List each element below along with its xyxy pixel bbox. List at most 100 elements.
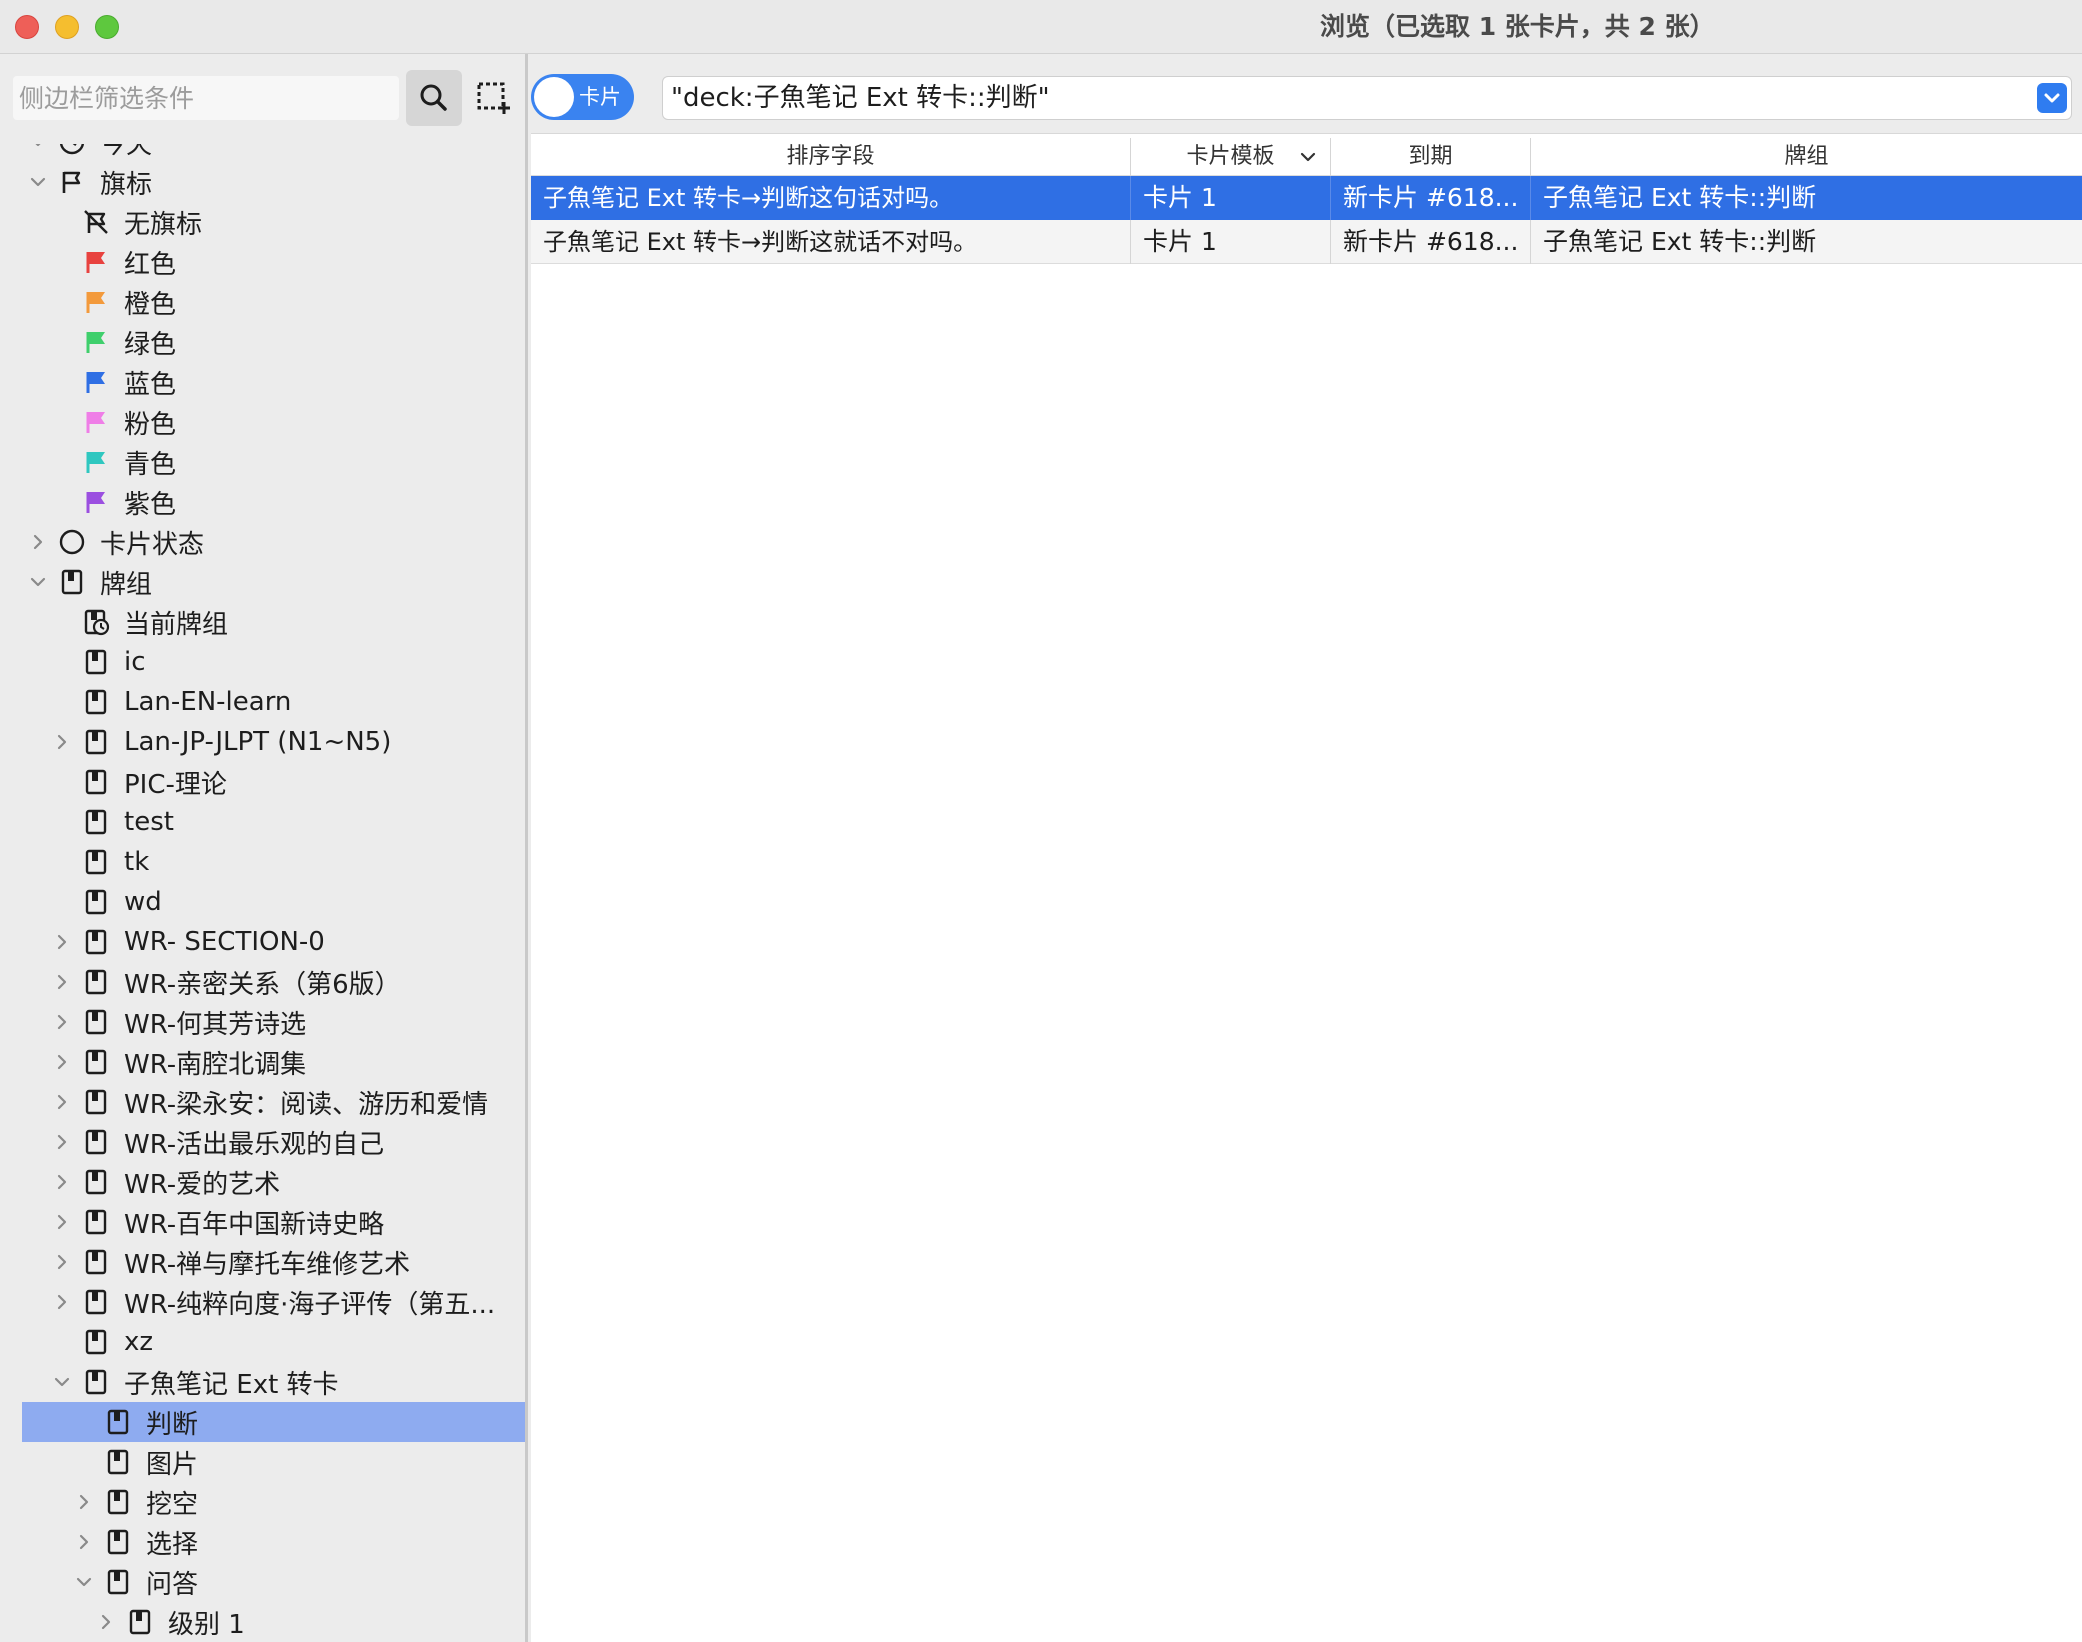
sidebar-item[interactable]: 挖空 xyxy=(0,1482,525,1522)
sidebar-item[interactable]: WR-何其芳诗选 xyxy=(0,1002,525,1042)
chevron-down-icon[interactable] xyxy=(28,172,48,192)
sidebar-item-label: 橙色 xyxy=(124,289,177,320)
chevron-right-icon[interactable] xyxy=(52,732,72,752)
sidebar-item[interactable]: wd xyxy=(0,882,525,922)
sidebar-item[interactable]: WR-百年中国新诗史略 xyxy=(0,1202,525,1242)
sidebar-item[interactable]: 无旗标 xyxy=(0,202,525,242)
sidebar-tree: 今天旗标无旗标 红色橙色 绿色 蓝色 粉色 青色 紫色 卡片状态 牌组 当前牌组 ic Lan-EN-… xyxy=(0,144,525,1642)
query-history-dropdown[interactable] xyxy=(2037,83,2067,113)
sidebar-item[interactable]: 青色 xyxy=(0,442,525,482)
sidebar-item[interactable]: 子魚笔记 Ext 转卡 xyxy=(0,1362,525,1402)
sidebar-item[interactable]: WR-纯粹向度·海子评传（第五... xyxy=(0,1282,525,1322)
sidebar-item[interactable]: WR-梁永安：阅读、游历和爱情 xyxy=(0,1082,525,1122)
deck-icon xyxy=(82,1128,110,1156)
deck-icon xyxy=(82,928,110,956)
sidebar-item[interactable]: 旗标 xyxy=(0,162,525,202)
deck-icon xyxy=(82,1368,110,1396)
close-window-button[interactable] xyxy=(15,15,39,39)
sidebar-item[interactable]: ic xyxy=(0,642,525,682)
sidebar-item[interactable]: 问答 xyxy=(0,1562,525,1602)
sidebar-item-label: 旗标 xyxy=(100,169,153,200)
sidebar-item[interactable]: 卡片状态 xyxy=(0,522,525,562)
chevron-right-icon[interactable] xyxy=(52,1132,72,1152)
circle-icon xyxy=(58,528,86,556)
sidebar-item-label: 无旗标 xyxy=(124,209,203,240)
sidebar-item[interactable]: WR-南腔北调集 xyxy=(0,1042,525,1082)
chevron-down-icon[interactable] xyxy=(74,1572,94,1592)
sidebar-item[interactable]: PIC-理论 xyxy=(0,762,525,802)
sidebar-item[interactable]: 级别 1 xyxy=(0,1602,525,1642)
sidebar-item[interactable]: 红色 xyxy=(0,242,525,282)
sidebar-item[interactable]: 当前牌组 xyxy=(0,602,525,642)
minimize-window-button[interactable] xyxy=(55,15,79,39)
sidebar-item-label: Lan-JP-JLPT (N1~N5) xyxy=(124,727,392,757)
column-header-sort-field[interactable]: 排序字段 xyxy=(531,138,1131,176)
sidebar-item[interactable]: 今天 xyxy=(0,144,525,162)
deck-icon xyxy=(82,648,110,676)
selection-tool-button[interactable] xyxy=(474,78,514,118)
sidebar-item[interactable]: test xyxy=(0,802,525,842)
sidebar-item[interactable]: 牌组 xyxy=(0,562,525,602)
chevron-right-icon[interactable] xyxy=(52,1252,72,1272)
chevron-right-icon[interactable] xyxy=(96,1612,116,1632)
sidebar-item-label: 挖空 xyxy=(146,1489,199,1520)
chevron-right-icon[interactable] xyxy=(28,532,48,552)
cards-notes-toggle[interactable]: 卡片 xyxy=(531,74,634,120)
sidebar-item[interactable]: 绿色 xyxy=(0,322,525,362)
deck-icon xyxy=(104,1488,132,1516)
column-header-deck[interactable]: 牌组 xyxy=(1531,138,2082,176)
sidebar-item[interactable]: 蓝色 xyxy=(0,362,525,402)
sidebar-item[interactable]: Lan-EN-learn xyxy=(0,682,525,722)
sidebar-item[interactable]: 粉色 xyxy=(0,402,525,442)
deck-icon xyxy=(82,1208,110,1236)
chevron-right-icon[interactable] xyxy=(52,1292,72,1312)
sidebar-item[interactable]: Lan-JP-JLPT (N1~N5) xyxy=(0,722,525,762)
chevron-right-icon[interactable] xyxy=(52,1172,72,1192)
cell-due: 新卡片 #618... xyxy=(1331,176,1531,220)
column-header-template-label: 卡片模板 xyxy=(1186,144,1275,169)
sidebar-filter-input[interactable] xyxy=(13,76,399,120)
column-header-due[interactable]: 到期 xyxy=(1331,138,1531,176)
sidebar-item[interactable]: 图片 xyxy=(0,1442,525,1482)
chevron-down-icon[interactable] xyxy=(28,144,48,152)
sidebar-item[interactable]: tk xyxy=(0,842,525,882)
chevron-right-icon[interactable] xyxy=(52,932,72,952)
sidebar-item[interactable]: 橙色 xyxy=(0,282,525,322)
deck-icon xyxy=(82,968,110,996)
sidebar-item[interactable]: WR-禅与摩托车维修艺术 xyxy=(0,1242,525,1282)
chevron-right-icon[interactable] xyxy=(74,1532,94,1552)
sidebar-item[interactable]: WR- SECTION-0 xyxy=(0,922,525,962)
cell-template: 卡片 1 xyxy=(1131,220,1331,264)
deck-icon xyxy=(82,888,110,916)
sidebar-item[interactable]: WR-活出最乐观的自己 xyxy=(0,1122,525,1162)
table-header: 排序字段 卡片模板 到期 牌组 xyxy=(531,138,2082,176)
zoom-window-button[interactable] xyxy=(95,15,119,39)
search-query-field[interactable]: "deck:子魚笔记 Ext 转卡::判断" xyxy=(662,76,2072,120)
chevron-right-icon[interactable] xyxy=(52,1212,72,1232)
chevron-right-icon[interactable] xyxy=(74,1492,94,1512)
sidebar-item[interactable]: 选择 xyxy=(0,1522,525,1562)
sidebar-item-label: 问答 xyxy=(146,1569,199,1600)
chevron-right-icon[interactable] xyxy=(52,1012,72,1032)
chevron-down-icon[interactable] xyxy=(52,1372,72,1392)
column-header-template[interactable]: 卡片模板 xyxy=(1131,138,1331,176)
table-row[interactable]: 子魚笔记 Ext 转卡→判断这就话不对吗。 卡片 1 新卡片 #618... 子… xyxy=(531,220,2082,264)
sidebar-item[interactable]: WR-亲密关系（第6版） xyxy=(0,962,525,1002)
sidebar-search-button[interactable] xyxy=(406,70,462,126)
chevron-down-icon xyxy=(2044,93,2060,103)
sidebar-item-label: tk xyxy=(124,847,150,877)
sidebar-item[interactable]: 判断 xyxy=(22,1402,525,1442)
chevron-down-icon[interactable] xyxy=(28,572,48,592)
sidebar-item[interactable]: WR-爱的艺术 xyxy=(0,1162,525,1202)
chevron-right-icon[interactable] xyxy=(52,1092,72,1112)
sidebar-item-label: WR-南腔北调集 xyxy=(124,1049,307,1080)
sidebar-item[interactable]: xz xyxy=(0,1322,525,1362)
window-title: 浏览（已选取 1 张卡片，共 2 张） xyxy=(1320,12,1715,41)
table-row[interactable]: 子魚笔记 Ext 转卡→判断这句话对吗。 卡片 1 新卡片 #618... 子魚… xyxy=(531,176,2082,220)
sidebar-item-label: 选择 xyxy=(146,1529,199,1560)
chevron-right-icon[interactable] xyxy=(52,972,72,992)
chevron-right-icon[interactable] xyxy=(52,1052,72,1072)
sidebar-item[interactable]: 紫色 xyxy=(0,482,525,522)
